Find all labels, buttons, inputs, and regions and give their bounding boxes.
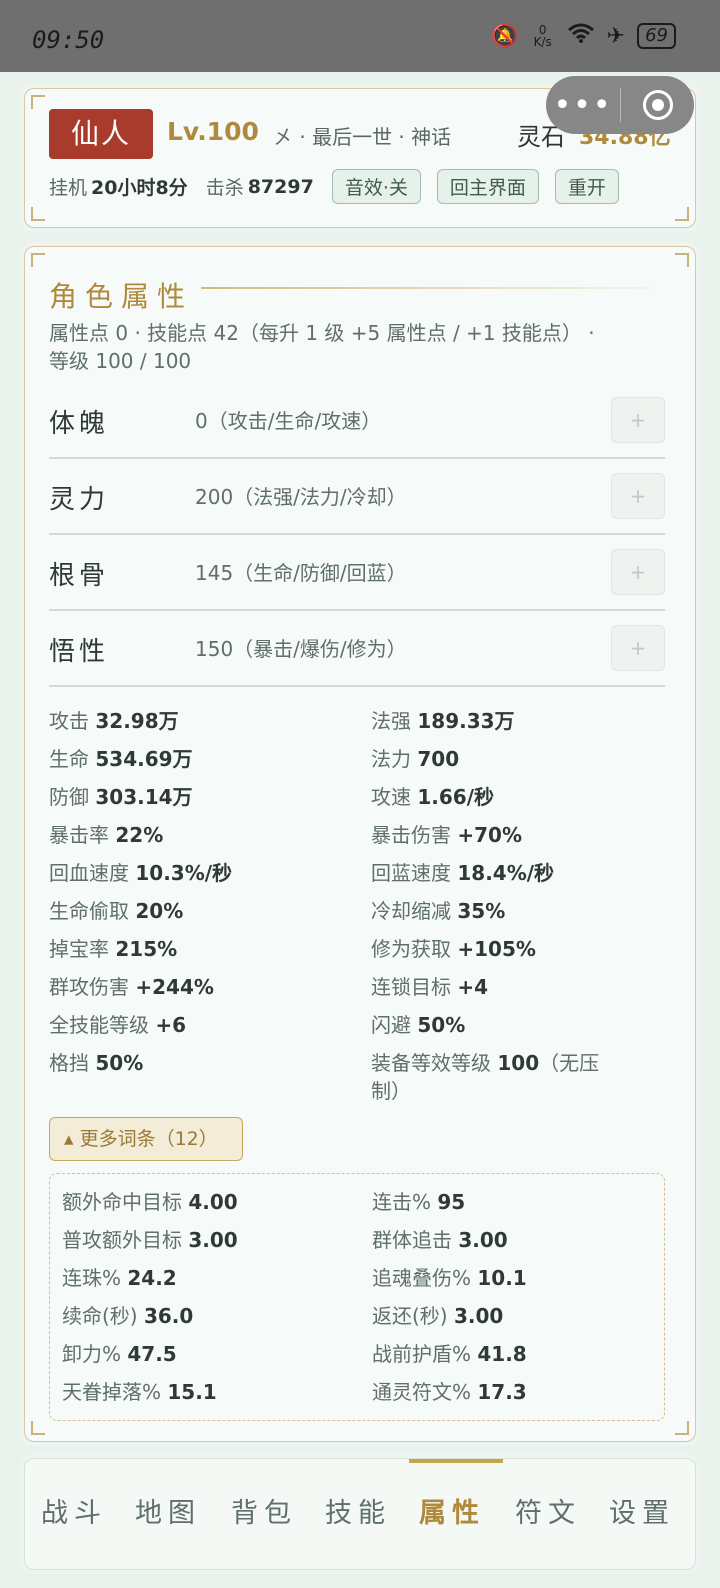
sound-toggle-button[interactable]: 音效·关 (331, 169, 421, 204)
stat-item: 冷却缩减 35% (371, 899, 506, 923)
extra-stat-item: 额外命中目标 4.00 (62, 1190, 238, 1214)
alloc-name: 悟性 (49, 637, 110, 667)
extra-stat-item: 追魂叠伤% 10.1 (372, 1266, 527, 1290)
character-subtitle: 㐅 · 最后一世 · 神话 (273, 125, 452, 149)
wifi-icon (567, 22, 595, 50)
alloc-value: 0（攻击/生命/攻速） (195, 409, 382, 433)
alloc-name: 根骨 (49, 561, 110, 591)
alloc-value: 200（法强/法力/冷却） (195, 485, 407, 509)
extra-stat-item: 群体追击 3.00 (372, 1228, 508, 1252)
stat-item: 闪避 50% (371, 1013, 466, 1037)
extra-stat-item: 续命(秒) 36.0 (62, 1304, 194, 1328)
stat-item: 回蓝速度 18.4%/秒 (371, 861, 555, 885)
stat-item: 掉宝率 215% (49, 937, 178, 961)
extra-stat-item: 卸力% 47.5 (62, 1342, 177, 1366)
extra-stat-item: 普攻额外目标 3.00 (62, 1228, 238, 1252)
header-info-row: 挂机 20小时8分 击杀 87297 音效·关 回主界面 重开 (49, 169, 635, 204)
idle-label: 挂机 (49, 177, 88, 199)
stat-item: 攻击 32.98万 (49, 709, 179, 733)
tab-map[interactable]: 地图 (135, 1491, 201, 1530)
tab-battle[interactable]: 战斗 (41, 1491, 107, 1530)
stat-item: 群攻伤害 +244% (49, 975, 214, 999)
extra-stat-item: 连击% 95 (372, 1190, 466, 1214)
stat-item: 法强 189.33万 (371, 709, 515, 733)
tab-inventory[interactable]: 背包 (231, 1491, 297, 1530)
alloc-row-tipo: 体魄 0（攻击/生命/攻速） + (49, 383, 665, 459)
miniprogram-capsule: ••• (546, 76, 694, 134)
kill-count: 87297 (247, 175, 314, 198)
alloc-value: 150（暴击/爆伤/修为） (195, 637, 407, 661)
stat-item: 修为获取 +105% (371, 937, 536, 961)
idle-time: 20小时8分 (91, 177, 188, 199)
realm-badge: 仙人 (49, 109, 153, 159)
battery-indicator: 69 (637, 23, 676, 49)
stat-item: 全技能等级 +6 (49, 1013, 187, 1037)
status-icons: 🔕 0 K/s ✈ 69 (491, 22, 676, 50)
section-title: 角色属性 (49, 280, 194, 313)
kill-label: 击杀 (205, 177, 244, 199)
extra-stat-item: 战前护盾% 41.8 (372, 1342, 527, 1366)
extra-stat-item: 连珠% 24.2 (62, 1266, 177, 1290)
airplane-icon: ✈ (606, 23, 626, 49)
level-label: Lv.100 (167, 117, 259, 146)
stat-item: 生命 534.69万 (49, 747, 193, 771)
stat-item: 回血速度 10.3%/秒 (49, 861, 233, 885)
active-tab-indicator (409, 1459, 503, 1463)
points-summary: 属性点 0 · 技能点 42（每升 1 级 +5 属性点 / +1 技能点） ·… (49, 319, 669, 375)
add-point-button[interactable]: + (611, 473, 665, 519)
stat-item: 暴击伤害 +70% (371, 823, 522, 847)
level-line: 等级 100 / 100 (49, 349, 192, 373)
network-speed: 0 K/s (533, 23, 552, 49)
alloc-name: 灵力 (49, 485, 110, 515)
stat-item: 装备等效等级 100（无压 制） (371, 1051, 600, 1103)
add-point-button[interactable]: + (611, 549, 665, 595)
status-time: 09:50 (32, 26, 105, 54)
bottom-tab-bar: 战斗 地图 背包 技能 属性 符文 设置 (24, 1458, 696, 1570)
title-divider (201, 287, 651, 289)
attributes-panel: 角色属性 属性点 0 · 技能点 42（每升 1 级 +5 属性点 / +1 技… (24, 246, 696, 1442)
tab-runes[interactable]: 符文 (515, 1491, 581, 1530)
alloc-row-gengu: 根骨 145（生命/防御/回蓝） + (49, 535, 665, 611)
stat-item: 暴击率 22% (49, 823, 164, 847)
add-point-button[interactable]: + (611, 397, 665, 443)
mute-bell-icon: 🔕 (491, 23, 519, 49)
alloc-value: 145（生命/防御/回蓝） (195, 561, 407, 585)
stat-item: 格挡 50% (49, 1051, 144, 1075)
alloc-row-lingli: 灵力 200（法强/法力/冷却） + (49, 459, 665, 535)
stat-item: 防御 303.14万 (49, 785, 193, 809)
tab-skills[interactable]: 技能 (325, 1491, 391, 1530)
tab-settings[interactable]: 设置 (609, 1491, 675, 1530)
status-bar: 09:50 🔕 0 K/s ✈ 69 (0, 0, 720, 72)
extra-stat-item: 通灵符文% 17.3 (372, 1380, 527, 1404)
stat-item: 生命偷取 20% (49, 899, 184, 923)
stat-item: 法力 700 (371, 747, 460, 771)
add-point-button[interactable]: + (611, 625, 665, 671)
alloc-name: 体魄 (49, 409, 110, 439)
more-entries-button[interactable]: ▴ 更多词条（12） (49, 1117, 243, 1161)
stat-item: 连锁目标 +4 (371, 975, 489, 999)
restart-button[interactable]: 重开 (554, 169, 619, 204)
alloc-row-wuxing: 悟性 150（暴击/爆伤/修为） + (49, 611, 665, 687)
home-button[interactable]: 回主界面 (436, 169, 539, 204)
close-miniprogram-icon[interactable] (621, 90, 694, 120)
tab-attributes[interactable]: 属性 (419, 1491, 485, 1530)
extra-stat-item: 返还(秒) 3.00 (372, 1304, 504, 1328)
stat-item: 攻速 1.66/秒 (371, 785, 495, 809)
extra-entries-box: 额外命中目标 4.00 连击% 95 普攻额外目标 3.00 群体追击 3.00… (49, 1173, 665, 1421)
more-options-icon[interactable]: ••• (546, 88, 620, 123)
extra-stat-item: 天眷掉落% 15.1 (62, 1380, 217, 1404)
points-line: 属性点 0 · 技能点 42（每升 1 级 +5 属性点 / +1 技能点） · (49, 321, 595, 345)
